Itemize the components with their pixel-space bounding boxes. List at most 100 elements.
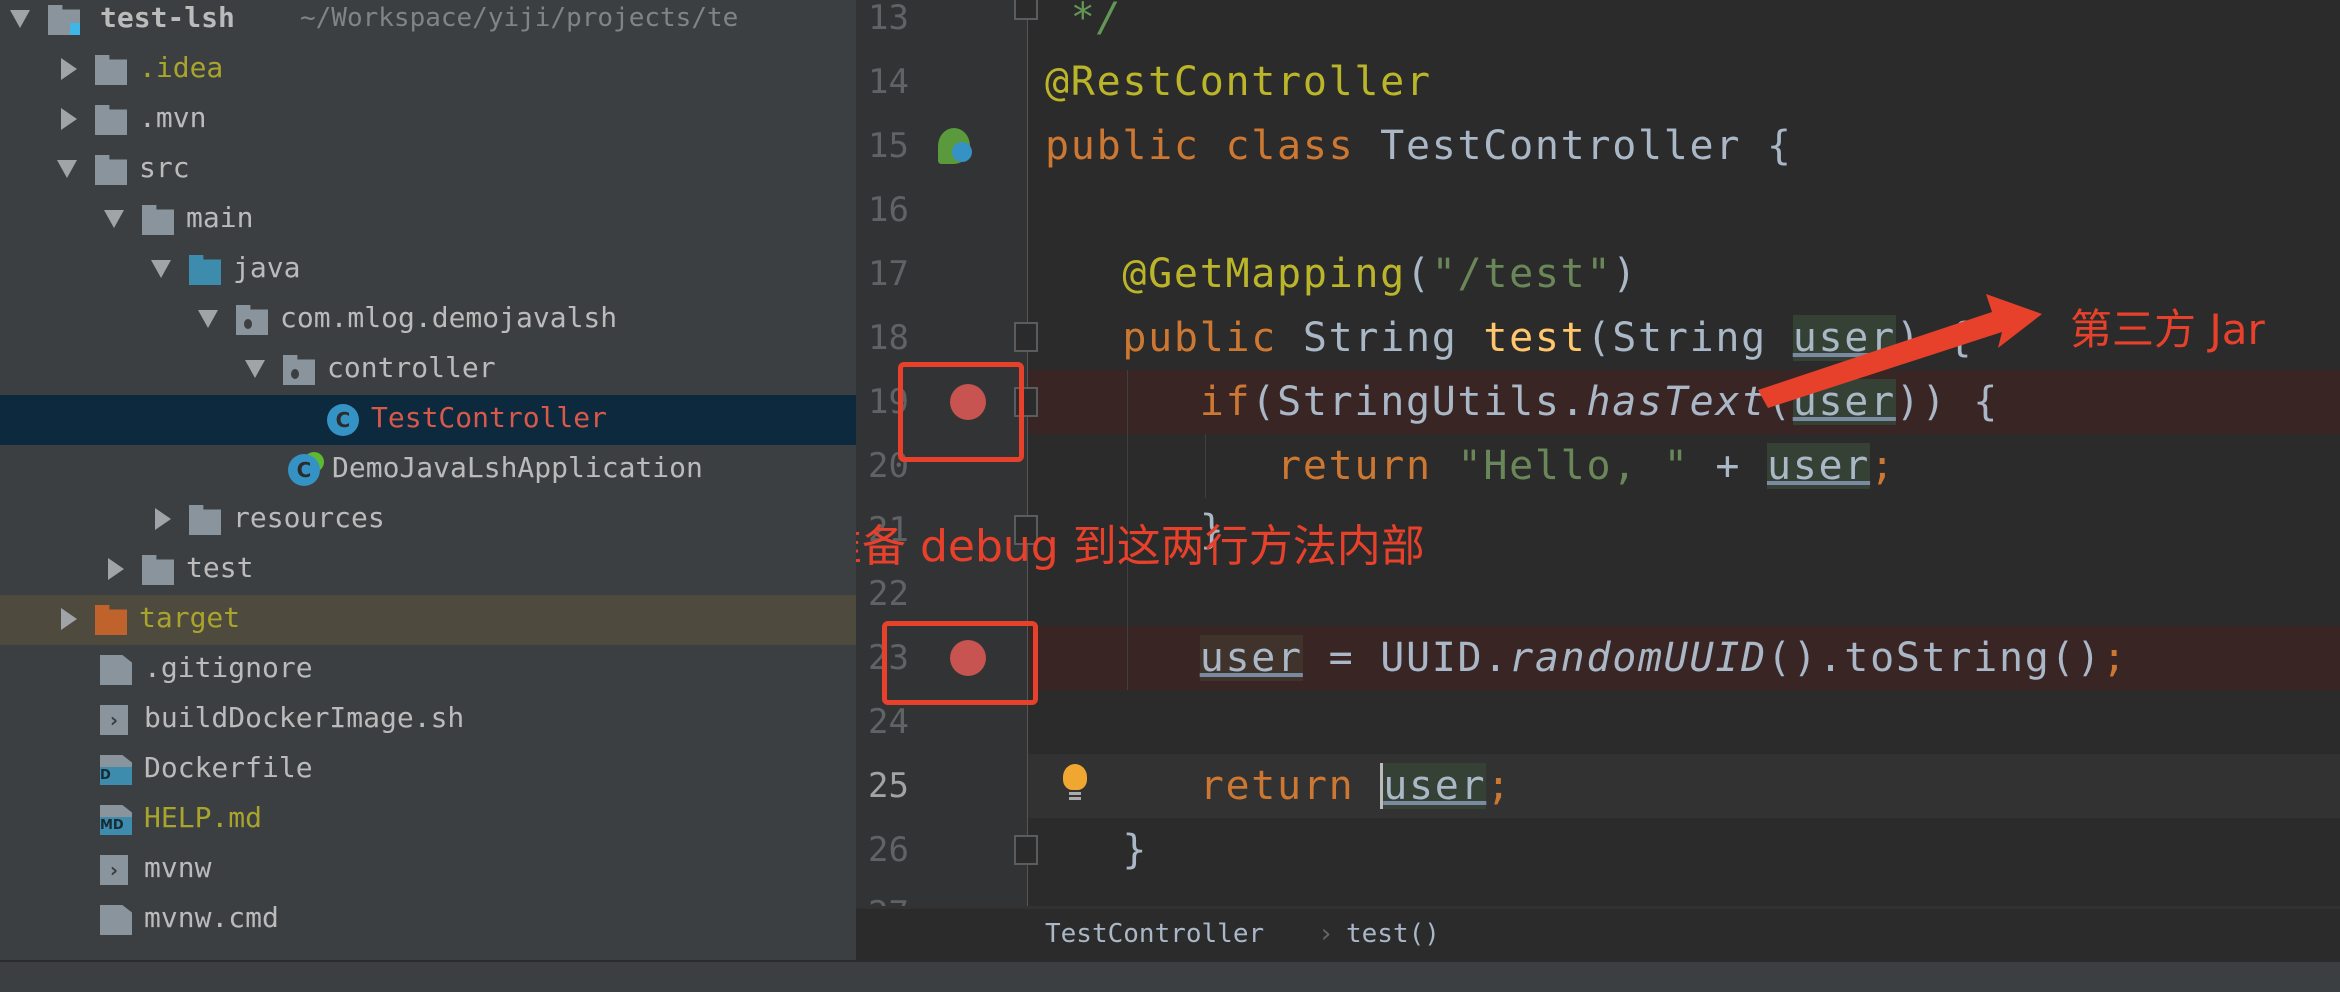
markdown-file-icon: MD [100,805,132,835]
breadcrumb-separator: › [1318,919,1334,949]
tree-item[interactable]: › buildDockerImage.sh [0,695,856,745]
line-number[interactable]: 25 [868,754,928,818]
tree-item[interactable]: D Dockerfile [0,745,856,795]
code-line[interactable]: public class TestController { [1028,114,2340,178]
package-icon [236,305,268,335]
chevron-right-icon[interactable] [61,608,77,630]
code-token: ) [1612,251,1639,297]
chevron-down-icon[interactable] [151,260,171,278]
code-line[interactable]: if(StringUtils.hasText(user)) { [1028,370,2340,434]
line-number[interactable]: 16 [868,178,928,242]
code-line[interactable]: @RestController [1028,50,2340,114]
chevron-down-icon[interactable] [198,310,218,328]
code-line[interactable] [1028,178,2340,242]
code-token: @GetMapping [1122,251,1406,297]
code-token: randomUUID [1509,635,1767,681]
tree-item-label: .idea [139,51,224,84]
tree-item[interactable]: C DemoJavaLshApplication [0,445,856,495]
code-token: user [1766,443,1871,489]
tree-item[interactable]: java [0,245,856,295]
module-folder-icon [48,5,80,35]
tree-item-root[interactable]: test-lsh ~/Workspace/yiji/projects/te [0,0,856,45]
code-line[interactable]: return user; [1028,754,2340,818]
spring-bean-icon[interactable] [938,128,972,164]
code-token: TestController { [1380,123,1793,169]
chevron-right-icon[interactable] [108,558,124,580]
arrow-shape [1758,294,2042,408]
code-line[interactable]: return "Hello, " + user; [1028,434,2340,498]
code-token: public [1122,315,1303,361]
tree-item-label: com.mlog.demojavalsh [280,301,618,334]
chevron-right-icon[interactable] [61,58,77,80]
fold-marker-icon[interactable] [1014,835,1038,865]
chevron-right-icon[interactable] [61,108,77,130]
code-token: } [1122,827,1149,873]
folder-icon [95,55,127,85]
tree-item[interactable]: com.mlog.demojavalsh [0,295,856,345]
tree-item[interactable]: resources [0,495,856,545]
line-number[interactable]: 18 [868,306,928,370]
tree-item-label: mvnw [144,851,212,884]
chevron-down-icon[interactable] [104,210,124,228]
tree-item[interactable]: test [0,545,856,595]
annotation-arrow [1758,294,2042,408]
folder-icon [142,555,174,585]
tree-item[interactable]: .mvn [0,95,856,145]
code-token: ; [1870,443,1896,489]
tree-item[interactable]: C TestController [0,395,856,445]
tree-item-label: buildDockerImage.sh [144,701,465,734]
tree-item[interactable]: mvnw.cmd [0,895,856,945]
shell-file-icon: › [100,855,128,885]
tree-item[interactable]: › mvnw [0,845,856,895]
code-line[interactable] [1028,690,2340,754]
line-number[interactable]: 17 [868,242,928,306]
code-line[interactable]: user = UUID.randomUUID().toString(); [1028,626,2340,690]
code-token: user [1380,763,1487,809]
tree-item-label: mvnw.cmd [144,901,279,934]
lightbulb-icon[interactable] [1063,764,1087,800]
tree-item[interactable]: MD HELP.md [0,795,856,845]
tree-item[interactable]: .gitignore [0,645,856,695]
package-icon [283,355,315,385]
chevron-down-icon[interactable] [245,360,265,378]
highlight-box [898,362,1024,462]
code-token: */ [1070,0,1123,41]
code-token: = UUID. [1302,635,1510,681]
code-token: return [1199,763,1381,809]
tree-item[interactable]: main [0,195,856,245]
code-token: ( [1405,251,1432,297]
chevron-down-icon[interactable] [57,160,77,178]
folder-orange-icon [95,605,127,635]
indent-guide [1205,434,1206,498]
line-number[interactable]: 14 [868,50,928,114]
code-token: ().toString() [1766,635,2103,681]
line-number[interactable]: 15 [868,114,928,178]
breadcrumb-method[interactable]: test() [1346,919,1440,949]
tree-item-label: src [139,151,190,184]
spring-class-icon: C [288,454,320,486]
code-line[interactable]: } [1028,818,2340,882]
line-number[interactable]: 26 [868,818,928,882]
tree-item-label: .mvn [139,101,207,134]
fold-marker-icon[interactable] [1014,0,1038,20]
code-line[interactable]: */ [1028,0,2340,50]
line-number[interactable]: 13 [868,0,928,50]
tree-item[interactable]: .idea [0,45,856,95]
breadcrumb-bar: TestController › test() [856,906,2340,963]
code-token: @RestController [1045,59,1432,105]
tree-item[interactable]: controller [0,345,856,395]
tree-item-label: HELP.md [144,801,263,834]
tree-item-label: controller [327,351,496,384]
tree-item[interactable]: src [0,145,856,195]
tree-item-label: test [186,551,254,584]
folder-blue-icon [189,255,221,285]
tree-item-label: Dockerfile [144,751,313,784]
fold-marker-icon[interactable] [1014,322,1038,352]
chevron-right-icon[interactable] [155,508,171,530]
breadcrumb-class[interactable]: TestController [1045,919,1264,949]
highlight-box [882,621,1038,705]
chevron-down-icon[interactable] [10,10,30,28]
tree-item[interactable]: target [0,595,856,645]
